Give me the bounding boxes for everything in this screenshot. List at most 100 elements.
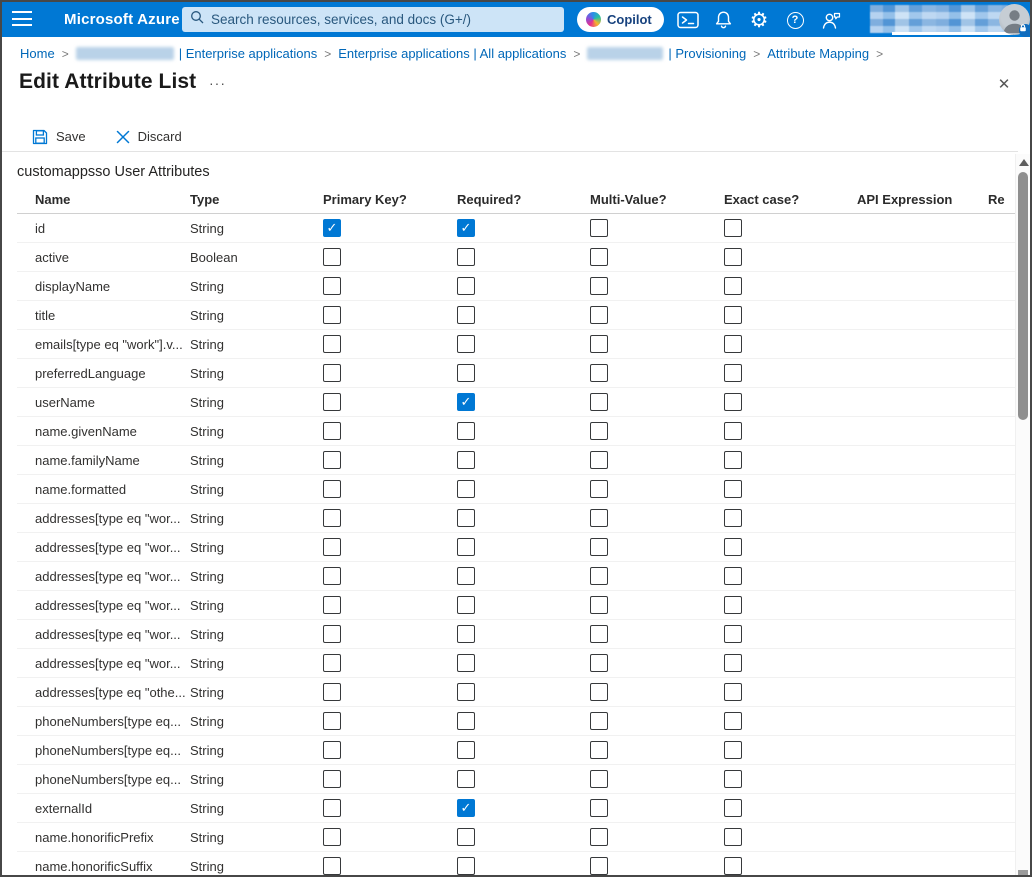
required-checkbox[interactable] — [457, 219, 475, 237]
required-checkbox[interactable] — [457, 741, 475, 759]
primary-key-checkbox[interactable] — [323, 799, 341, 817]
more-options-icon[interactable]: ··· — [209, 75, 226, 91]
exact-case-checkbox[interactable] — [724, 538, 742, 556]
required-checkbox[interactable] — [457, 538, 475, 556]
primary-key-checkbox[interactable] — [323, 393, 341, 411]
exact-case-checkbox[interactable] — [724, 828, 742, 846]
multi-value-checkbox[interactable] — [590, 277, 608, 295]
cloud-shell-icon[interactable] — [677, 9, 699, 31]
exact-case-checkbox[interactable] — [724, 422, 742, 440]
settings-gear-icon[interactable]: ⚙ — [748, 9, 770, 31]
multi-value-checkbox[interactable] — [590, 219, 608, 237]
required-checkbox[interactable] — [457, 770, 475, 788]
primary-key-checkbox[interactable] — [323, 364, 341, 382]
exact-case-checkbox[interactable] — [724, 509, 742, 527]
primary-key-checkbox[interactable] — [323, 509, 341, 527]
multi-value-checkbox[interactable] — [590, 306, 608, 324]
required-checkbox[interactable] — [457, 364, 475, 382]
multi-value-checkbox[interactable] — [590, 335, 608, 353]
multi-value-checkbox[interactable] — [590, 799, 608, 817]
multi-value-checkbox[interactable] — [590, 364, 608, 382]
primary-key-checkbox[interactable] — [323, 596, 341, 614]
scrollbar-thumb[interactable] — [1018, 172, 1028, 420]
primary-key-checkbox[interactable] — [323, 625, 341, 643]
breadcrumb-all-applications[interactable]: Enterprise applications | All applicatio… — [338, 46, 566, 61]
required-checkbox[interactable] — [457, 393, 475, 411]
multi-value-checkbox[interactable] — [590, 741, 608, 759]
close-icon[interactable]: ✕ — [993, 73, 1015, 95]
exact-case-checkbox[interactable] — [724, 799, 742, 817]
multi-value-checkbox[interactable] — [590, 828, 608, 846]
required-checkbox[interactable] — [457, 480, 475, 498]
exact-case-checkbox[interactable] — [724, 219, 742, 237]
required-checkbox[interactable] — [457, 712, 475, 730]
primary-key-checkbox[interactable] — [323, 306, 341, 324]
exact-case-checkbox[interactable] — [724, 857, 742, 875]
required-checkbox[interactable] — [457, 828, 475, 846]
exact-case-checkbox[interactable] — [724, 248, 742, 266]
exact-case-checkbox[interactable] — [724, 567, 742, 585]
primary-key-checkbox[interactable] — [323, 219, 341, 237]
exact-case-checkbox[interactable] — [724, 741, 742, 759]
exact-case-checkbox[interactable] — [724, 480, 742, 498]
help-icon[interactable]: ? — [784, 9, 806, 31]
required-checkbox[interactable] — [457, 248, 475, 266]
multi-value-checkbox[interactable] — [590, 538, 608, 556]
primary-key-checkbox[interactable] — [323, 335, 341, 353]
multi-value-checkbox[interactable] — [590, 654, 608, 672]
exact-case-checkbox[interactable] — [724, 277, 742, 295]
required-checkbox[interactable] — [457, 335, 475, 353]
primary-key-checkbox[interactable] — [323, 712, 341, 730]
multi-value-checkbox[interactable] — [590, 683, 608, 701]
required-checkbox[interactable] — [457, 654, 475, 672]
exact-case-checkbox[interactable] — [724, 712, 742, 730]
breadcrumb-provisioning[interactable]: | Provisioning — [668, 46, 746, 61]
breadcrumb-home[interactable]: Home — [20, 46, 55, 61]
required-checkbox[interactable] — [457, 451, 475, 469]
save-button[interactable]: Save — [32, 129, 86, 145]
multi-value-checkbox[interactable] — [590, 393, 608, 411]
required-checkbox[interactable] — [457, 306, 475, 324]
primary-key-checkbox[interactable] — [323, 741, 341, 759]
vertical-scrollbar[interactable] — [1015, 154, 1030, 875]
discard-button[interactable]: Discard — [116, 129, 182, 144]
exact-case-checkbox[interactable] — [724, 770, 742, 788]
multi-value-checkbox[interactable] — [590, 625, 608, 643]
primary-key-checkbox[interactable] — [323, 828, 341, 846]
exact-case-checkbox[interactable] — [724, 451, 742, 469]
primary-key-checkbox[interactable] — [323, 538, 341, 556]
avatar[interactable] — [999, 4, 1030, 37]
multi-value-checkbox[interactable] — [590, 857, 608, 875]
primary-key-checkbox[interactable] — [323, 248, 341, 266]
exact-case-checkbox[interactable] — [724, 596, 742, 614]
required-checkbox[interactable] — [457, 596, 475, 614]
exact-case-checkbox[interactable] — [724, 393, 742, 411]
exact-case-checkbox[interactable] — [724, 335, 742, 353]
multi-value-checkbox[interactable] — [590, 422, 608, 440]
required-checkbox[interactable] — [457, 422, 475, 440]
primary-key-checkbox[interactable] — [323, 422, 341, 440]
required-checkbox[interactable] — [457, 509, 475, 527]
exact-case-checkbox[interactable] — [724, 683, 742, 701]
primary-key-checkbox[interactable] — [323, 770, 341, 788]
primary-key-checkbox[interactable] — [323, 277, 341, 295]
primary-key-checkbox[interactable] — [323, 451, 341, 469]
hamburger-menu-icon[interactable] — [12, 11, 34, 28]
multi-value-checkbox[interactable] — [590, 451, 608, 469]
exact-case-checkbox[interactable] — [724, 625, 742, 643]
required-checkbox[interactable] — [457, 799, 475, 817]
primary-key-checkbox[interactable] — [323, 567, 341, 585]
primary-key-checkbox[interactable] — [323, 654, 341, 672]
copilot-button[interactable]: Copilot — [577, 7, 664, 32]
primary-key-checkbox[interactable] — [323, 683, 341, 701]
exact-case-checkbox[interactable] — [724, 306, 742, 324]
required-checkbox[interactable] — [457, 857, 475, 875]
required-checkbox[interactable] — [457, 277, 475, 295]
primary-key-checkbox[interactable] — [323, 480, 341, 498]
multi-value-checkbox[interactable] — [590, 509, 608, 527]
breadcrumb-attribute-mapping[interactable]: Attribute Mapping — [767, 46, 869, 61]
multi-value-checkbox[interactable] — [590, 248, 608, 266]
exact-case-checkbox[interactable] — [724, 654, 742, 672]
feedback-icon[interactable] — [820, 9, 842, 31]
global-search[interactable] — [182, 7, 564, 32]
